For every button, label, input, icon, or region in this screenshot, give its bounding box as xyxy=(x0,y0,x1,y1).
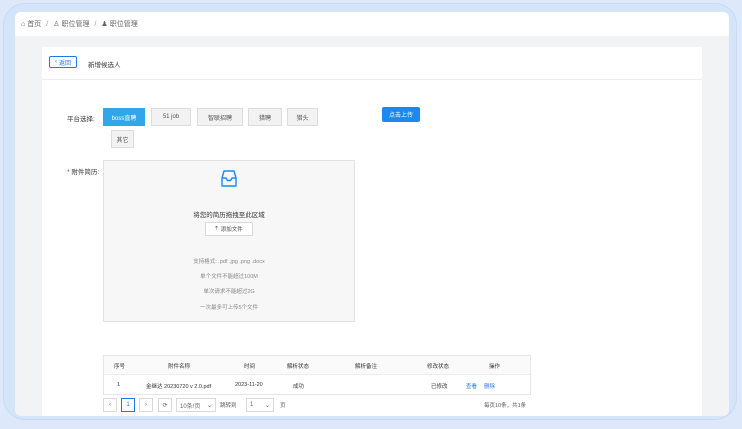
platform-option-other[interactable]: 其它 xyxy=(111,130,134,148)
add-file-label: 添加文件 xyxy=(220,227,243,233)
hint-request-size: 单次请求不能超过2G xyxy=(203,289,255,295)
page-title: 新增候选人 xyxy=(88,62,121,69)
goto-label: 跳转到 xyxy=(220,403,237,409)
chevron-down-icon: ⌄ xyxy=(206,402,212,409)
inbox-icon xyxy=(221,170,237,187)
platform-option-liepin[interactable]: 猎聘 xyxy=(248,108,282,126)
required-mark: * xyxy=(67,169,70,176)
row-index: 1 xyxy=(117,382,121,388)
col-parse-status: 解析状态 xyxy=(287,364,310,370)
page-unit: 页 xyxy=(280,403,286,409)
row-time: 2023-11-20 xyxy=(235,382,263,388)
page-header: ‹ 返回 新增候选人 xyxy=(42,47,702,80)
pager-summary: 每页10条，共1条 xyxy=(484,403,527,409)
col-remark: 解析备注 xyxy=(355,364,378,370)
back-button-label: 返回 xyxy=(58,60,71,67)
upload-dropzone[interactable]: 将您的简历拖拽至此区域 ⤒ 添加文件 支持格式: .pdf .jpg .png … xyxy=(103,160,355,322)
app-content: ⌂ 首页 / ♙ 职位管理 / ♟ 职位管理 ‹ 返回 新增候选人 平台选择: … xyxy=(15,12,729,416)
platform-label: 平台选择: xyxy=(67,116,95,123)
hint-formats: 支持格式: .pdf .jpg .png .docx xyxy=(193,259,265,265)
page-size-select[interactable]: 10条/页 ⌄ xyxy=(176,398,216,412)
col-index: 序号 xyxy=(114,364,126,370)
breadcrumb-item-position[interactable]: ♙ 职位管理 xyxy=(53,19,89,29)
upload-button[interactable]: 点击上传 xyxy=(382,107,420,122)
view-link[interactable]: 查看 xyxy=(466,382,477,390)
chevron-left-icon: ‹ xyxy=(109,402,111,408)
attachment-label-text: 附件简历: xyxy=(71,169,100,176)
col-actions: 操作 xyxy=(489,364,501,370)
dropzone-title: 将您的简历拖拽至此区域 xyxy=(193,212,265,219)
breadcrumb-current: ♟ 职位管理 xyxy=(101,19,137,29)
window-frame: ⌂ 首页 / ♙ 职位管理 / ♟ 职位管理 ‹ 返回 新增候选人 平台选择: … xyxy=(3,3,737,420)
row-file-name: 金继达 20230720 v 2.0.pdf xyxy=(146,384,212,390)
breadcrumb: ⌂ 首页 / ♙ 职位管理 / ♟ 职位管理 xyxy=(15,12,729,36)
breadcrumb-home[interactable]: ⌂ 首页 xyxy=(21,19,41,29)
table-header: 序号 附件名称 时间 解析状态 解析备注 修改状态 操作 xyxy=(104,356,530,375)
page-size-value: 10条/页 xyxy=(180,403,201,410)
chevron-left-icon: ‹ xyxy=(54,59,57,65)
goto-page-input[interactable]: 1 ⌄ xyxy=(246,398,274,412)
col-modify-status: 修改状态 xyxy=(427,364,450,370)
refresh-icon: ⟳ xyxy=(162,402,168,409)
pager-next-button[interactable]: › xyxy=(139,398,153,412)
breadcrumb-separator: / xyxy=(46,20,49,28)
row-parse-status: 成功 xyxy=(293,384,305,390)
goto-page-value: 1 xyxy=(250,402,254,408)
pager-prev-button[interactable]: ‹ xyxy=(103,398,117,412)
home-icon: ⌂ xyxy=(21,20,26,28)
chevron-right-icon: › xyxy=(145,402,147,408)
attachment-table: 序号 附件名称 时间 解析状态 解析备注 修改状态 操作 1 金继达 20230… xyxy=(103,355,531,395)
main-panel: ‹ 返回 新增候选人 平台选择: boss直聘 51 job 智联招聘 猎聘 猎… xyxy=(42,47,702,416)
breadcrumb-home-label: 首页 xyxy=(27,21,42,28)
platform-option-51job[interactable]: 51 job xyxy=(151,108,191,126)
col-name: 附件名称 xyxy=(168,364,191,370)
user-icon: ♟ xyxy=(101,21,108,28)
upload-icon: ⤒ xyxy=(215,225,218,232)
add-file-button[interactable]: ⤒ 添加文件 xyxy=(205,222,253,236)
chevron-down-icon: ⌄ xyxy=(264,402,270,409)
breadcrumb-separator: / xyxy=(94,20,97,28)
row-modify-status: 已修改 xyxy=(431,384,448,390)
hint-file-size: 单个文件不能超过100M xyxy=(200,274,258,280)
back-button[interactable]: ‹ 返回 xyxy=(49,56,77,68)
platform-option-headhunter[interactable]: 猎头 xyxy=(287,108,318,126)
col-time: 时间 xyxy=(244,364,256,370)
pager-refresh-button[interactable]: ⟳ xyxy=(158,398,172,412)
user-icon: ♙ xyxy=(53,21,60,28)
hint-max-files: 一次最多可上传5个文件 xyxy=(199,305,259,311)
breadcrumb-mid-label: 职位管理 xyxy=(61,21,90,28)
breadcrumb-current-label: 职位管理 xyxy=(109,21,138,28)
platform-option-boss[interactable]: boss直聘 xyxy=(103,108,145,126)
attachment-label: * 附件简历: xyxy=(67,166,99,176)
delete-link[interactable]: 删除 xyxy=(484,382,495,390)
pager-page-1[interactable]: 1 xyxy=(121,398,135,412)
platform-option-zhilian[interactable]: 智联招聘 xyxy=(197,108,243,126)
